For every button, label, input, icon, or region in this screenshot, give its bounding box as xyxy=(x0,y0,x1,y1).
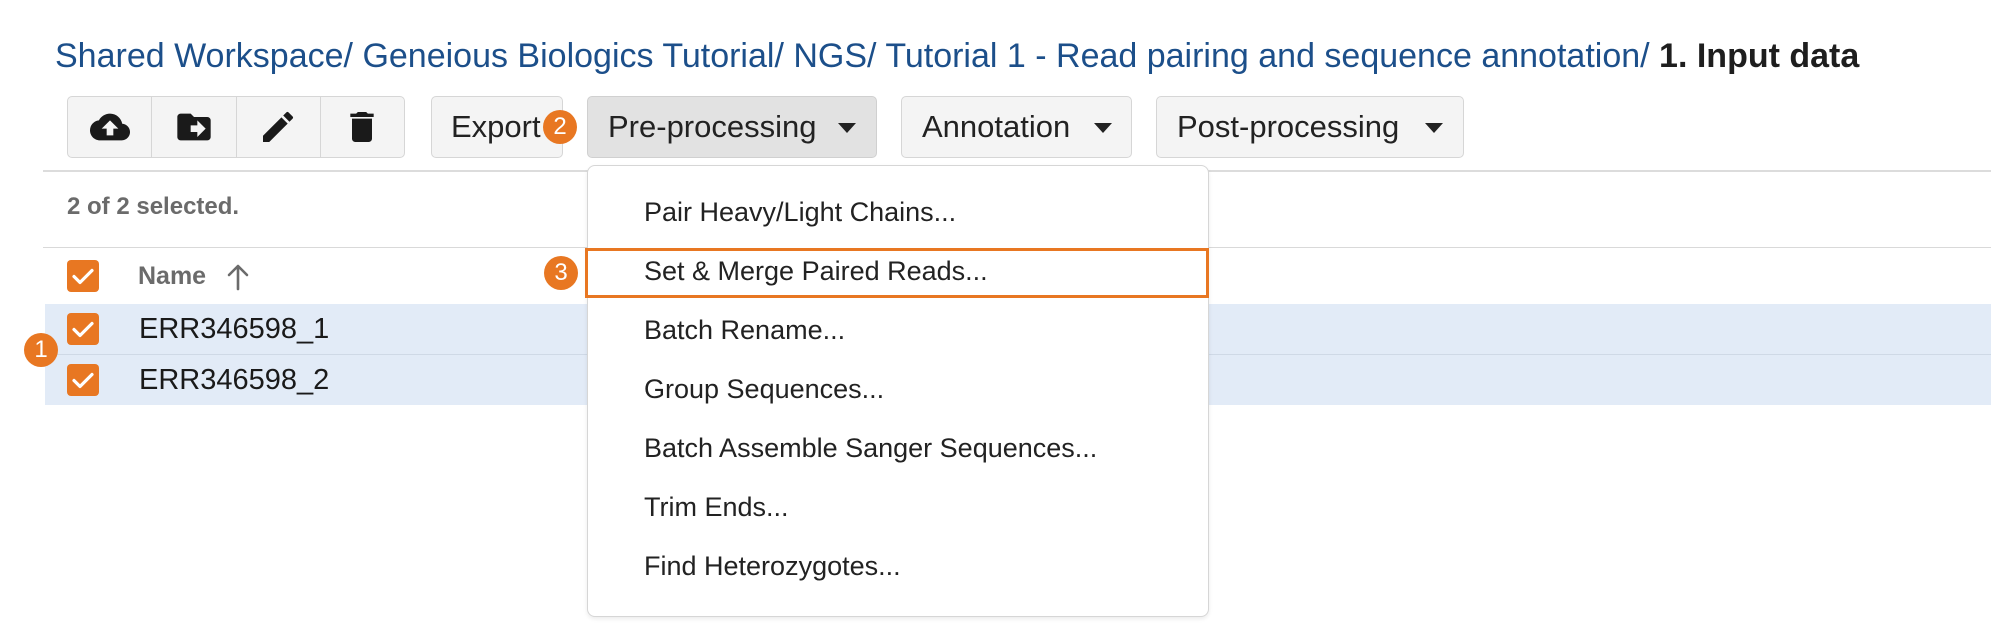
move-to-folder-icon xyxy=(177,113,211,141)
move-to-folder-button[interactable] xyxy=(151,97,235,157)
preprocessing-menu: Pair Heavy/Light Chains... Set & Merge P… xyxy=(587,165,1209,617)
breadcrumb-tutorial-1[interactable]: Tutorial 1 - Read pairing and sequence a… xyxy=(885,37,1640,75)
column-header-name[interactable]: Name xyxy=(138,262,206,291)
step-badge-1: 1 xyxy=(24,333,58,367)
menu-item-find-heterozygotes[interactable]: Find Heterozygotes... xyxy=(644,551,901,582)
row-checkbox[interactable] xyxy=(67,313,99,345)
checkmark-icon xyxy=(72,268,94,285)
menu-item-trim-ends[interactable]: Trim Ends... xyxy=(644,492,789,523)
breadcrumb-tutorial[interactable]: Geneious Biologics Tutorial xyxy=(362,37,774,75)
selection-count: 2 of 2 selected. xyxy=(67,193,240,220)
breadcrumb: Shared Workspace/ Geneious Biologics Tut… xyxy=(55,36,1859,76)
preprocessing-button-label: Pre-processing xyxy=(608,109,817,144)
breadcrumb-separator: / xyxy=(343,37,363,75)
step-badge-2: 2 xyxy=(543,110,577,144)
annotation-button-label: Annotation xyxy=(922,109,1071,144)
menu-item-group-sequences[interactable]: Group Sequences... xyxy=(644,374,884,405)
breadcrumb-separator: / xyxy=(1640,37,1660,75)
caret-down-icon xyxy=(1094,123,1112,133)
caret-down-icon xyxy=(1425,123,1443,133)
row-name: ERR346598_1 xyxy=(139,313,330,345)
export-button-label: Export xyxy=(451,109,541,144)
checkmark-icon xyxy=(72,321,94,338)
step-badge-3: 3 xyxy=(544,256,578,290)
upload-button[interactable] xyxy=(68,97,151,157)
breadcrumb-shared-workspace[interactable]: Shared Workspace xyxy=(55,37,344,75)
upload-cloud-icon xyxy=(89,113,130,141)
edit-button[interactable] xyxy=(235,97,320,157)
row-checkbox[interactable] xyxy=(67,364,99,396)
caret-down-icon xyxy=(838,123,856,133)
annotation-dropdown-button[interactable]: Annotation xyxy=(901,96,1132,158)
menu-item-batch-assemble-sanger[interactable]: Batch Assemble Sanger Sequences... xyxy=(644,433,1097,464)
breadcrumb-current: 1. Input data xyxy=(1659,37,1860,75)
delete-trash-icon xyxy=(350,112,375,142)
menu-item-pair-heavy-light-chains[interactable]: Pair Heavy/Light Chains... xyxy=(644,197,956,228)
edit-pencil-icon xyxy=(263,111,294,142)
breadcrumb-separator: / xyxy=(774,37,794,75)
icon-toolbar xyxy=(67,96,405,158)
breadcrumb-separator: / xyxy=(867,37,886,75)
delete-button[interactable] xyxy=(319,97,404,157)
breadcrumb-ngs[interactable]: NGS xyxy=(793,37,867,75)
row-name: ERR346598_2 xyxy=(139,364,330,396)
checkmark-icon xyxy=(72,372,94,389)
sort-ascending-icon[interactable] xyxy=(224,262,252,292)
menu-item-batch-rename[interactable]: Batch Rename... xyxy=(644,315,845,346)
postprocessing-button-label: Post-processing xyxy=(1177,109,1400,144)
select-all-checkbox[interactable] xyxy=(67,260,99,292)
menu-item-highlight xyxy=(585,248,1209,298)
postprocessing-dropdown-button[interactable]: Post-processing xyxy=(1156,96,1464,158)
preprocessing-dropdown-button[interactable]: Pre-processing xyxy=(587,96,877,158)
